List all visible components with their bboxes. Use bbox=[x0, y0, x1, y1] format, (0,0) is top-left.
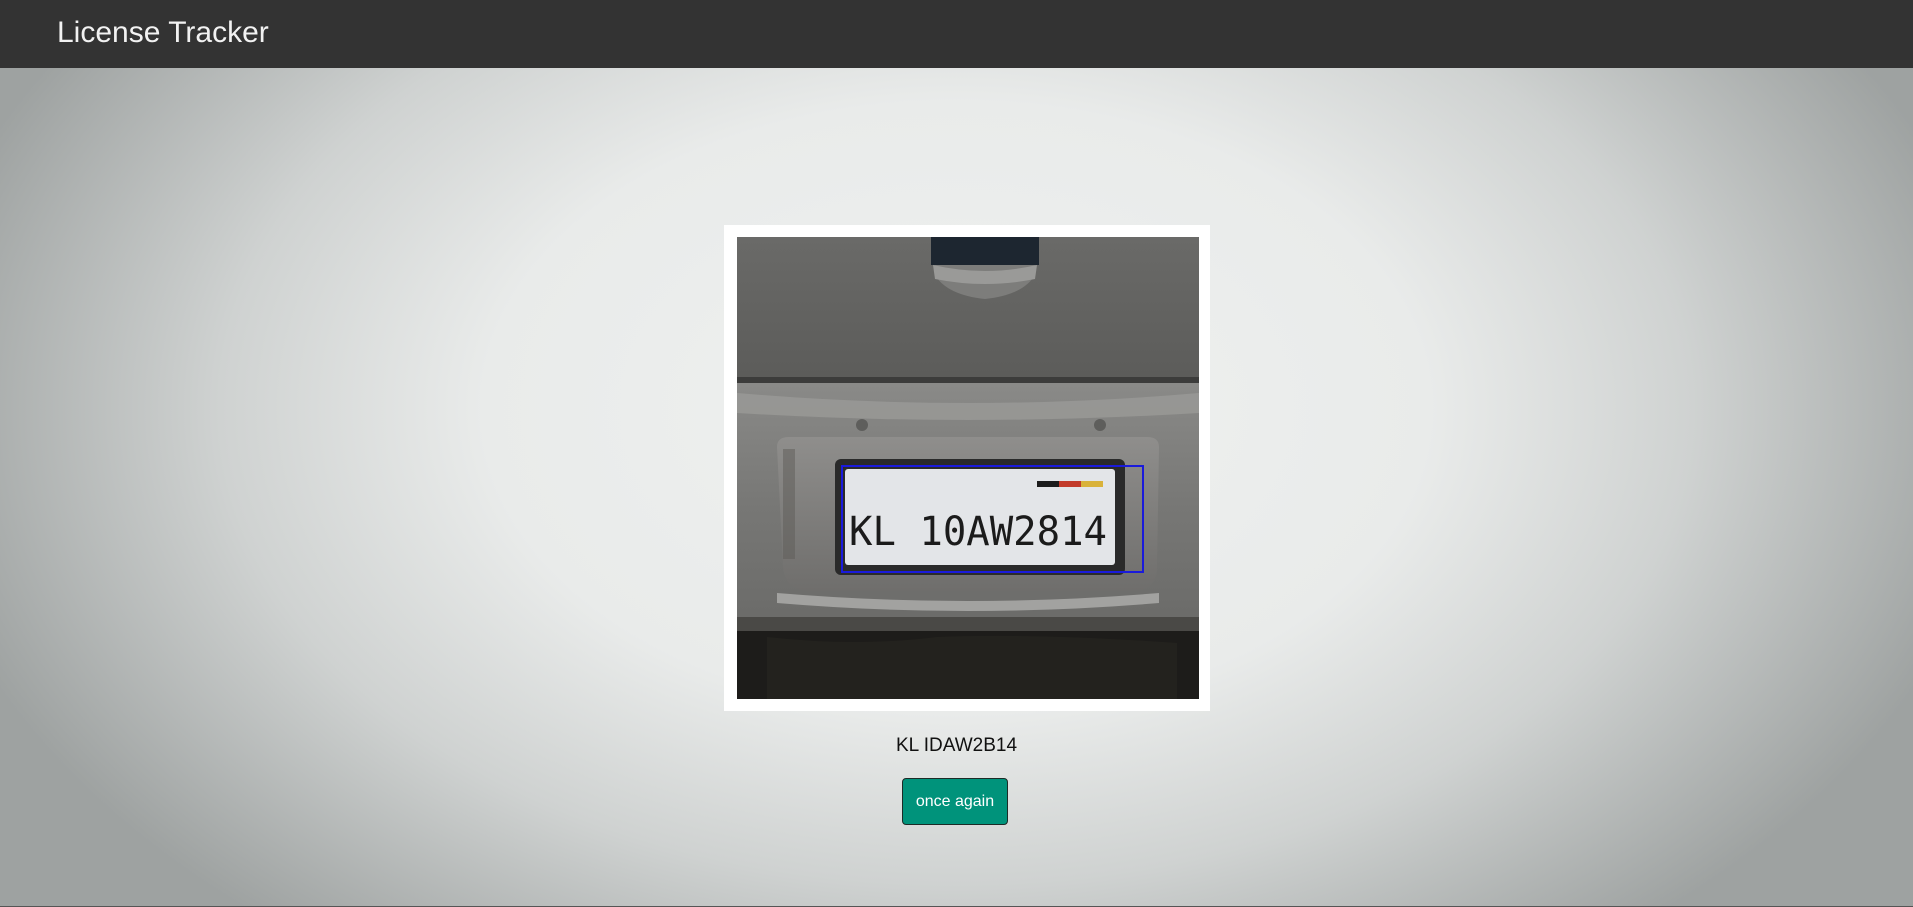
recognized-plate-text: KL IDAW2B14 bbox=[895, 735, 1018, 756]
once-again-button[interactable]: once again bbox=[902, 778, 1008, 825]
result-image-frame: KL 10AW2814 bbox=[724, 225, 1210, 711]
app-title: License Tracker bbox=[57, 16, 269, 49]
top-navbar: License Tracker bbox=[0, 0, 1913, 68]
plate-characters: KL 10AW2814 bbox=[849, 509, 1107, 555]
result-image: KL 10AW2814 bbox=[737, 237, 1199, 699]
